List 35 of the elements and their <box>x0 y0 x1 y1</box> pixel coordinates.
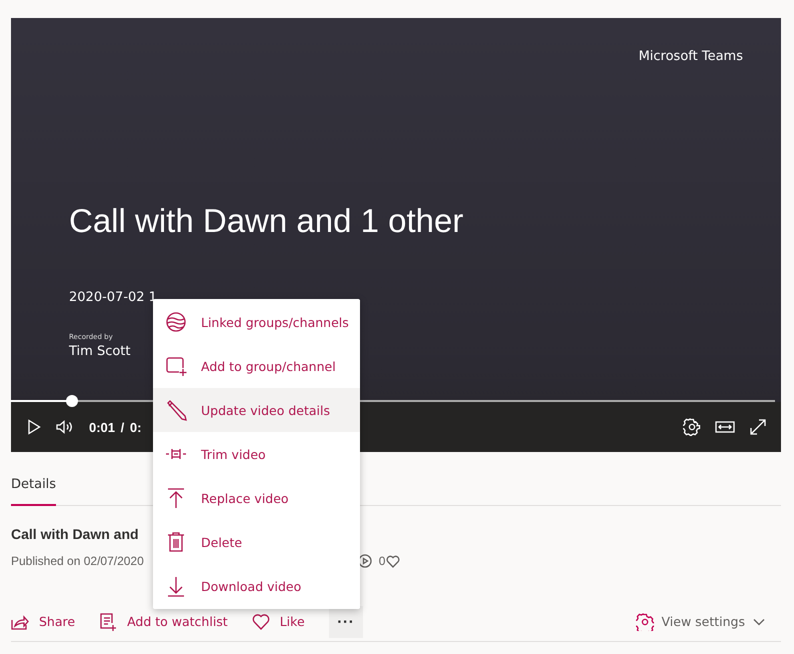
details-title: Call with Dawn and <box>11 526 140 542</box>
tab[interactable]: Details <box>11 474 56 506</box>
list-add-icon <box>99 612 118 630</box>
view-settings-button[interactable]: View settings <box>630 612 771 632</box>
menu-item[interactable]: Trim video <box>153 432 360 476</box>
globe-icon <box>165 311 187 333</box>
volume-icon[interactable] <box>55 419 73 435</box>
menu-item[interactable]: Replace video <box>153 476 360 520</box>
published-date: Published on 02/07/2020 <box>11 554 144 568</box>
menu-item[interactable]: Delete <box>153 520 360 564</box>
upload-icon <box>165 487 187 509</box>
widescreen-icon[interactable] <box>715 420 735 434</box>
menu-item[interactable]: Linked groups/channels <box>153 300 360 344</box>
heart-icon <box>252 612 270 630</box>
chevron-down-icon <box>753 618 765 626</box>
watchlist-button[interactable]: Add to watchlist <box>99 606 228 638</box>
like-count: 0 <box>378 554 386 568</box>
play-circle-icon <box>358 554 372 568</box>
recorder-name: Tim Scott <box>69 344 132 359</box>
download-icon <box>165 575 187 597</box>
brand-label: Microsoft Teams <box>638 49 743 64</box>
heart-icon <box>386 554 400 568</box>
playback-time: 0:01 / 0: <box>89 420 142 434</box>
menu-item[interactable]: Update video details <box>153 388 360 432</box>
fullscreen-icon[interactable] <box>749 418 767 436</box>
progress-thumb[interactable] <box>66 395 78 407</box>
play-icon[interactable] <box>27 419 41 435</box>
like-button[interactable]: Like <box>252 606 305 638</box>
share-button[interactable]: Share <box>11 606 76 638</box>
video-title: Call with Dawn and 1 other <box>69 202 464 240</box>
pencil-icon <box>165 399 187 421</box>
menu-item[interactable]: Download video <box>153 564 360 608</box>
share-icon <box>11 612 29 630</box>
menu-item[interactable]: Add to group/channel <box>153 344 360 388</box>
trash-icon <box>165 531 187 553</box>
